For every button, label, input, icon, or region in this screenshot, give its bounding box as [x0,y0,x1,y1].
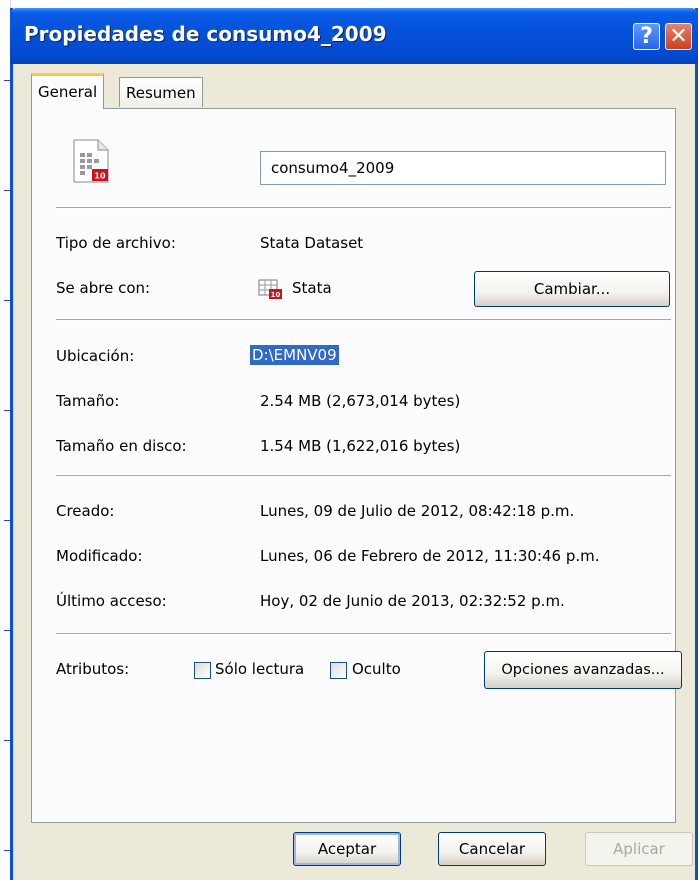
hidden-checkbox[interactable] [330,662,347,679]
accessed-value: Hoy, 02 de Junio de 2013, 02:32:52 p.m. [260,592,565,610]
separator [56,633,671,635]
opens-with-label: Se abre con: [56,279,151,297]
ok-button[interactable]: Aceptar [293,832,401,866]
separator [56,207,671,209]
file-name-input[interactable] [260,151,666,185]
change-button[interactable]: Cambiar... [474,271,670,307]
opens-with-value: Stata [292,279,332,297]
svg-text:10: 10 [271,291,281,299]
modified-value: Lunes, 06 de Febrero de 2012, 11:30:46 p… [260,547,600,565]
location-value[interactable]: D:\EMNV09 [250,345,339,365]
close-button[interactable]: ✕ [665,23,692,50]
accessed-label: Último acceso: [56,592,167,610]
disk-size-value: 1.54 MB (1,622,016 bytes) [260,437,461,455]
stata-app-icon: 10 [258,279,282,299]
size-label: Tamaño: [56,392,120,410]
help-button[interactable]: ? [633,23,660,50]
modified-label: Modificado: [56,547,143,565]
window-title: Propiedades de consumo4_2009 [24,22,387,46]
hidden-label[interactable]: Oculto [352,660,401,678]
separator [56,475,671,477]
advanced-options-button[interactable]: Opciones avanzadas... [484,651,682,689]
svg-text:10: 10 [94,172,106,181]
file-type-label: Tipo de archivo: [56,234,176,252]
tab-resumen[interactable]: Resumen [119,77,203,107]
readonly-label[interactable]: Sólo lectura [215,660,304,678]
stata-dataset-file-icon: 10 [73,139,109,183]
readonly-checkbox[interactable] [194,662,211,679]
title-bar[interactable]: Propiedades de consumo4_2009 ? ✕ [10,8,698,64]
disk-size-label: Tamaño en disco: [56,437,187,455]
attributes-label: Atributos: [56,660,130,678]
size-value: 2.54 MB (2,673,014 bytes) [260,392,461,410]
separator [56,319,671,321]
created-label: Creado: [56,502,115,520]
created-value: Lunes, 09 de Julio de 2012, 08:42:18 p.m… [260,502,575,520]
apply-button: Aplicar [585,832,693,866]
location-label: Ubicación: [56,347,135,365]
cancel-button[interactable]: Cancelar [438,832,546,866]
properties-dialog: Propiedades de consumo4_2009 ? ✕ General… [10,8,698,880]
tab-general[interactable]: General [31,73,105,109]
file-type-value: Stata Dataset [260,234,364,252]
general-tab-panel: 10 Tipo de archivo: Stata Dataset Se abr… [31,108,682,823]
